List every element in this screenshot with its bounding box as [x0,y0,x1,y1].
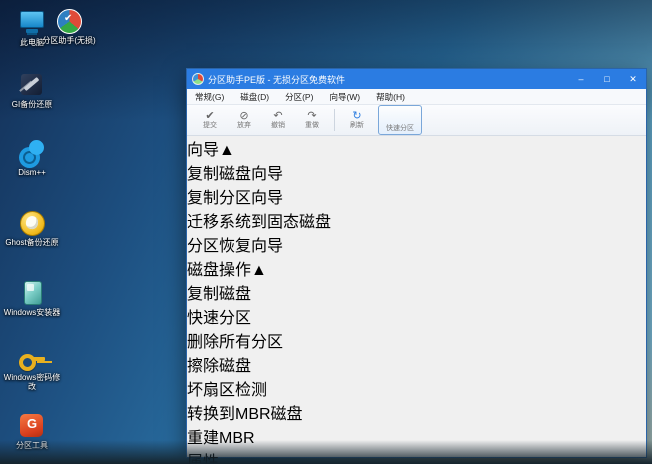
toolbar-button-label: 刷新 [340,122,374,130]
sidebar-item-delete-all-partitions[interactable]: 删除所有分区 [187,328,646,352]
commit-icon: ✔ [193,110,227,122]
menu-item-0[interactable]: 常规(G) [187,91,232,103]
sidebar-panel-title: 磁盘操作 [187,262,251,279]
menu-item-4[interactable]: 帮助(H) [368,91,413,103]
sidebar-item-rebuild-mbr[interactable]: 重建MBR [187,424,646,448]
backup-restore-icon [17,72,47,98]
sidebar-item-label: 重建MBR [187,430,255,447]
maximize-button[interactable]: □ [594,69,620,89]
app-window: 分区助手PE版 - 无损分区免费软件 – □ ✕ 常规(G)磁盘(D)分区(P)… [186,68,647,458]
dism-icon [17,140,47,166]
desktop-icon-label: GI备份还原 [3,100,61,109]
sidebar-panel-0: 向导▲复制磁盘向导复制分区向导迁移系统到固态磁盘分区恢复向导 [187,136,646,256]
redo-icon: ↷ [295,110,329,122]
sidebar: 向导▲复制磁盘向导复制分区向导迁移系统到固态磁盘分区恢复向导磁盘操作▲复制磁盘快… [187,136,646,464]
windows-installer-icon [17,280,47,306]
desktop-icon-diskgenius[interactable]: 分区工具 [3,413,61,450]
commit-button[interactable]: ✔提交 [193,110,227,130]
discard-button[interactable]: ⊘放弃 [227,110,261,130]
refresh-icon: ↻ [340,110,374,122]
desktop-icon-label: 分区工具 [3,441,61,450]
desktop-icon-label: 分区助手(无损) [40,36,98,45]
close-button[interactable]: ✕ [620,69,646,89]
sidebar-item-label: 快速分区 [187,310,251,327]
sidebar-item-label: 坏扇区检测 [187,382,267,399]
sidebar-item-quick-partition[interactable]: 快速分区 [187,304,646,328]
sidebar-item-partition-recovery-wizard[interactable]: 分区恢复向导 [187,232,646,256]
sidebar-item-copy-disk[interactable]: 复制磁盘 [187,280,646,304]
sidebar-panel-title: 向导 [187,142,219,159]
toolbar-separator [334,109,335,131]
menu-bar: 常规(G)磁盘(D)分区(P)向导(W)帮助(H) [187,89,646,105]
redo-button[interactable]: ↷重做 [295,110,329,130]
diskgenius-icon [17,413,47,439]
sidebar-item-label: 擦除磁盘 [187,358,251,375]
toolbar-button-label: 放弃 [227,122,261,130]
desktop-icon-backup-restore[interactable]: GI备份还原 [3,72,61,109]
desktop-icon-partition-assistant[interactable]: 分区助手(无损) [40,8,98,45]
collapse-icon[interactable]: ▲ [251,262,267,279]
menu-item-1[interactable]: 磁盘(D) [232,91,277,103]
sidebar-item-label: 复制磁盘 [187,286,251,303]
partition-assistant-icon [54,8,84,34]
sidebar-item-label: 复制磁盘向导 [187,166,283,183]
sidebar-item-properties[interactable]: 属性 [187,448,646,464]
discard-icon: ⊘ [227,110,261,122]
menu-item-3[interactable]: 向导(W) [321,91,368,103]
menu-item-2[interactable]: 分区(P) [277,91,321,103]
toolbar-button-label: 撤销 [261,122,295,130]
toolbar-button-label: 重做 [295,122,329,130]
desktop: 此电脑GI备份还原Dism++Ghost备份还原Windows安装器Window… [0,0,652,464]
toolbar: ✔提交⊘放弃↶撤销↷重做↻刷新快速分区 [187,105,646,136]
toolbar-button-label: 快速分区 [386,125,414,133]
minimize-button[interactable]: – [568,69,594,89]
refresh-button[interactable]: ↻刷新 [340,110,374,130]
desktop-icon-ghost-backup[interactable]: Ghost备份还原 [3,210,61,247]
sidebar-item-label: 转换到MBR磁盘 [187,406,303,423]
sidebar-item-wipe-disk[interactable]: 擦除磁盘 [187,352,646,376]
password-reset-icon [17,345,47,371]
toolbar-button-label: 提交 [193,122,227,130]
app-icon [192,73,204,85]
sidebar-item-copy-partition-wizard[interactable]: 复制分区向导 [187,184,646,208]
window-title: 分区助手PE版 - 无损分区免费软件 [208,73,568,86]
sidebar-item-label: 迁移系统到固态磁盘 [187,214,331,231]
sidebar-panel-body: 复制磁盘向导复制分区向导迁移系统到固态磁盘分区恢复向导 [187,160,646,256]
sidebar-item-convert-to-mbr[interactable]: 转换到MBR磁盘 [187,400,646,424]
sidebar-item-label: 复制分区向导 [187,190,283,207]
titlebar[interactable]: 分区助手PE版 - 无损分区免费软件 – □ ✕ [187,69,646,89]
desktop-icon-label: Windows密码修改 [3,373,61,391]
desktop-icon-label: Ghost备份还原 [3,238,61,247]
sidebar-panel-header-1[interactable]: 磁盘操作▲ [187,256,646,280]
sidebar-panel-header-0[interactable]: 向导▲ [187,136,646,160]
sidebar-item-copy-disk-wizard[interactable]: 复制磁盘向导 [187,160,646,184]
undo-icon: ↶ [261,110,295,122]
sidebar-item-label: 分区恢复向导 [187,238,283,255]
desktop-icon-label: Dism++ [3,168,61,177]
quick-partition-icon [395,109,406,120]
collapse-icon[interactable]: ▲ [219,142,235,159]
undo-button[interactable]: ↶撤销 [261,110,295,130]
desktop-icon-windows-installer[interactable]: Windows安装器 [3,280,61,317]
desktop-icon-password-reset[interactable]: Windows密码修改 [3,345,61,391]
sidebar-item-label: 删除所有分区 [187,334,283,351]
sidebar-item-migrate-os-to-ssd[interactable]: 迁移系统到固态磁盘 [187,208,646,232]
sidebar-panel-1: 磁盘操作▲复制磁盘快速分区删除所有分区擦除磁盘坏扇区检测转换到MBR磁盘重建MB… [187,256,646,464]
desktop-icon-label: Windows安装器 [3,308,61,317]
ghost-backup-icon [17,210,47,236]
sidebar-panel-body: 复制磁盘快速分区删除所有分区擦除磁盘坏扇区检测转换到MBR磁盘重建MBR 属性 [187,280,646,464]
sidebar-item-bad-sector-test[interactable]: 坏扇区检测 [187,376,646,400]
sidebar-item-label: 属性 [187,454,219,464]
desktop-icon-dism[interactable]: Dism++ [3,140,61,177]
quick-partition-button[interactable]: 快速分区 [378,105,422,135]
